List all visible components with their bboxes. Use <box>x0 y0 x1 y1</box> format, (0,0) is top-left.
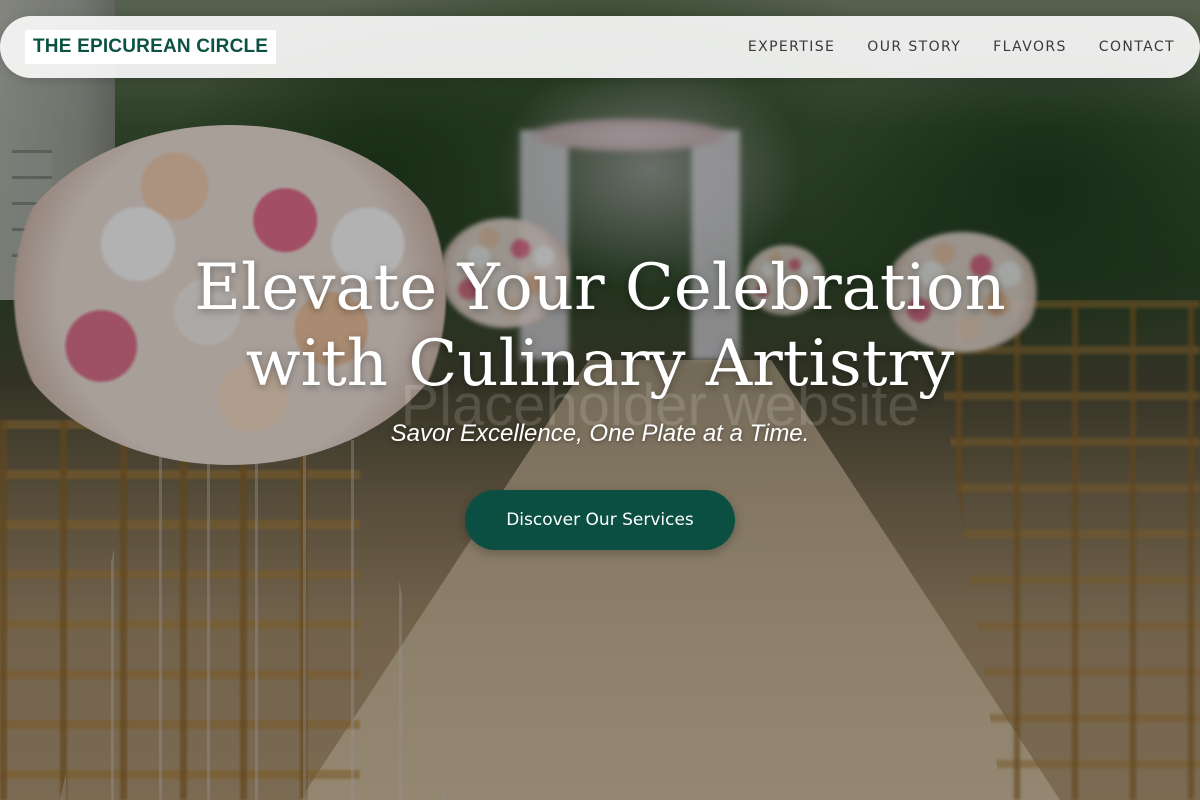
nav-link-expertise[interactable]: EXPERTISE <box>748 39 835 55</box>
nav-link-our-story[interactable]: OUR STORY <box>867 39 961 55</box>
hero-subtitle: Savor Excellence, One Plate at a Time. <box>390 420 810 447</box>
top-navigation-bar: THE EPICUREAN CIRCLE EXPERTISE OUR STORY… <box>0 16 1200 78</box>
hero-title: Elevate Your Celebration with Culinary Ar… <box>100 250 1100 402</box>
discover-services-button[interactable]: Discover Our Services <box>465 490 735 550</box>
nav-link-flavors[interactable]: FLAVORS <box>993 39 1067 55</box>
nav-link-contact[interactable]: CONTACT <box>1099 39 1175 55</box>
hero-title-line-2: with Culinary Artistry <box>245 327 955 401</box>
hero-title-line-1: Elevate Your Celebration <box>194 251 1006 325</box>
brand-logo[interactable]: THE EPICUREAN CIRCLE <box>25 30 277 64</box>
nav-links: EXPERTISE OUR STORY FLAVORS CONTACT <box>748 39 1175 55</box>
